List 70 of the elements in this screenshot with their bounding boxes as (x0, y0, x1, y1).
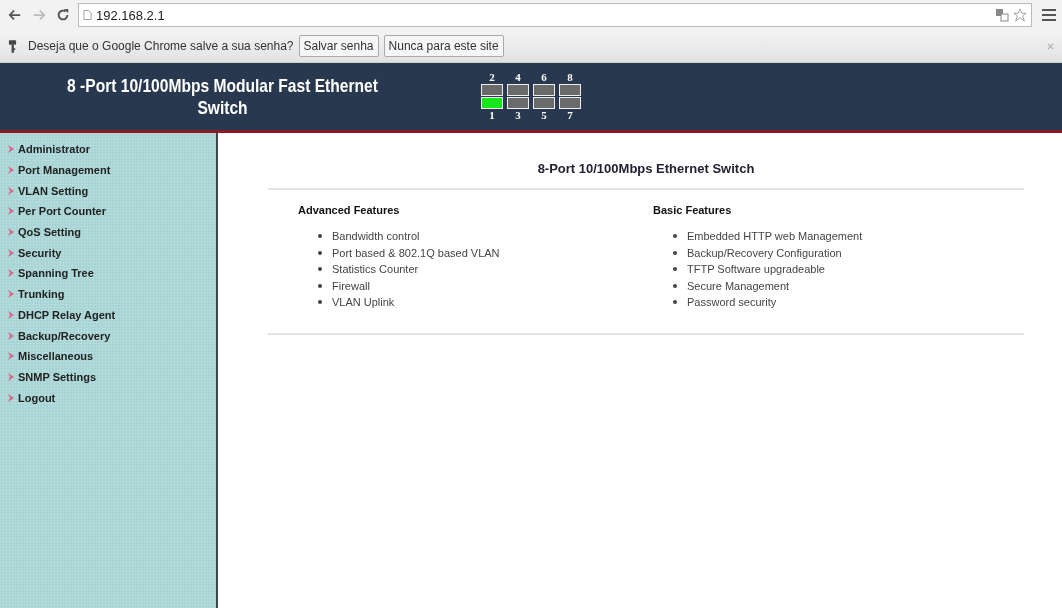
feature-item: Firewall (332, 279, 370, 292)
port-number: 4 (514, 72, 522, 83)
arrow-icon (8, 186, 14, 195)
port-number: 1 (488, 110, 496, 121)
bullet-icon (673, 300, 677, 305)
menu-icon[interactable] (1042, 9, 1056, 21)
port-number: 2 (488, 72, 496, 83)
arrow-icon (8, 248, 14, 257)
arrow-icon (8, 228, 14, 237)
arrow-icon (8, 290, 14, 299)
arrow-icon (8, 269, 14, 278)
bullet-icon (318, 267, 322, 272)
bullet-icon (318, 283, 322, 288)
arrow-icon (8, 352, 14, 361)
reload-icon[interactable] (56, 8, 70, 22)
sidebar-link[interactable]: SNMP Settings (18, 370, 97, 383)
page-title: 8-Port 10/100Mbps Ethernet Switch (536, 161, 756, 176)
infobar-button[interactable]: Salvar senha (298, 35, 379, 57)
bullet-icon (673, 283, 677, 288)
sidebar-link[interactable]: Trunking (18, 288, 65, 301)
section-heading: Basic Features (653, 204, 733, 216)
sidebar-link[interactable]: DHCP Relay Agent (18, 308, 116, 321)
sidebar-link[interactable]: QoS Setting (18, 226, 81, 239)
arrow-icon (8, 331, 14, 340)
feature-item: Backup/Recovery Configuration (687, 246, 842, 259)
arrow-icon (8, 310, 14, 319)
arrow-icon (8, 207, 14, 216)
sidebar-link[interactable]: Logout (18, 391, 56, 404)
arrow-icon (8, 166, 14, 175)
feature-item: Bandwidth control (332, 230, 420, 243)
feature-item: Embedded HTTP web Management (687, 230, 863, 243)
port-number: 6 (540, 72, 548, 83)
translate-icon[interactable] (995, 8, 1009, 22)
key-icon (8, 38, 17, 54)
infobar-message: Deseja que o Google Chrome salve a sua senha? (28, 39, 294, 53)
feature-item: VLAN Uplink (332, 296, 395, 309)
feature-item: Statistics Counter (332, 263, 419, 276)
bullet-icon (318, 300, 322, 305)
bullet-icon (673, 267, 677, 272)
arrow-icon (8, 372, 14, 381)
sidebar-link[interactable]: Administrator (18, 143, 91, 156)
port-number: 3 (514, 110, 522, 121)
star-icon[interactable] (1013, 8, 1027, 22)
arrow-icon (8, 145, 14, 154)
feature-item: Password security (687, 296, 777, 309)
sidebar-link[interactable]: Miscellaneous (18, 350, 94, 363)
page-icon (83, 9, 92, 21)
infobar-button[interactable]: Nunca para este site (383, 35, 504, 57)
bullet-icon (673, 250, 677, 255)
bullet-icon (673, 234, 677, 239)
feature-item: TFTP Software upgradeable (687, 263, 825, 276)
sidebar-link[interactable]: VLAN Setting (18, 184, 89, 197)
sidebar-link[interactable]: Security (18, 246, 62, 259)
section-heading: Advanced Features (298, 204, 401, 216)
back-icon[interactable] (8, 8, 22, 22)
port-number: 7 (566, 110, 574, 121)
feature-item: Secure Management (687, 279, 790, 292)
bullet-icon (318, 234, 322, 239)
port-number: 5 (540, 110, 548, 121)
header-title: 8 -Port 10/100Mbps Modular Fast Ethernet Switch (66, 74, 379, 119)
sidebar-link[interactable]: Port Management (18, 164, 111, 177)
sidebar-link[interactable]: Spanning Tree (18, 267, 94, 280)
bullet-icon (318, 250, 322, 255)
arrow-icon (8, 393, 14, 402)
feature-item: Port based & 802.1Q based VLAN (332, 246, 500, 259)
port-number: 8 (566, 72, 574, 83)
sidebar-link[interactable]: Backup/Recovery (18, 329, 111, 342)
address-bar[interactable]: 192.168.2.1 (78, 3, 1032, 27)
close-icon[interactable] (1047, 42, 1054, 50)
sidebar-link[interactable]: Per Port Counter (18, 205, 106, 218)
